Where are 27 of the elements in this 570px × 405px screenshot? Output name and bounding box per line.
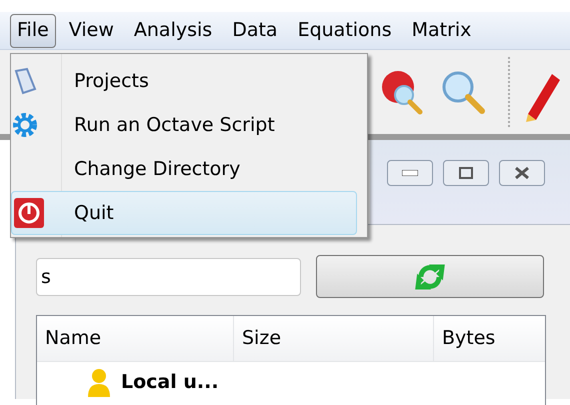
user-icon (87, 367, 111, 397)
menu-item[interactable]: Equations (290, 14, 399, 48)
minimize-icon (402, 170, 418, 176)
minimize-button[interactable] (387, 160, 433, 186)
close-button[interactable] (499, 160, 545, 186)
menu-item[interactable]: File (10, 14, 56, 48)
refresh-icon (415, 262, 445, 292)
column-header[interactable]: Name (37, 316, 234, 361)
refresh-button[interactable] (316, 255, 544, 298)
menu-item[interactable]: View (62, 14, 121, 48)
book-icon (13, 67, 39, 95)
menu-entry[interactable]: Quit (11, 191, 357, 235)
power-icon (13, 197, 45, 229)
column-header[interactable]: Bytes (434, 316, 545, 361)
menu-entry[interactable]: Change Directory (11, 147, 357, 191)
menu-item[interactable]: Matrix (404, 14, 478, 48)
menu-item[interactable]: Analysis (126, 14, 220, 48)
maximize-icon (459, 167, 473, 179)
menu-entry[interactable]: Projects (11, 59, 357, 103)
table-cell-text: Local u... (121, 370, 219, 395)
close-icon (514, 166, 530, 180)
column-header[interactable]: Size (234, 316, 434, 361)
menu-item[interactable]: Data (225, 14, 285, 48)
maximize-button[interactable] (443, 160, 489, 186)
gear-icon (13, 113, 37, 137)
menu-entry[interactable]: Run an Octave Script (11, 103, 357, 147)
search-field[interactable]: s (36, 258, 301, 296)
